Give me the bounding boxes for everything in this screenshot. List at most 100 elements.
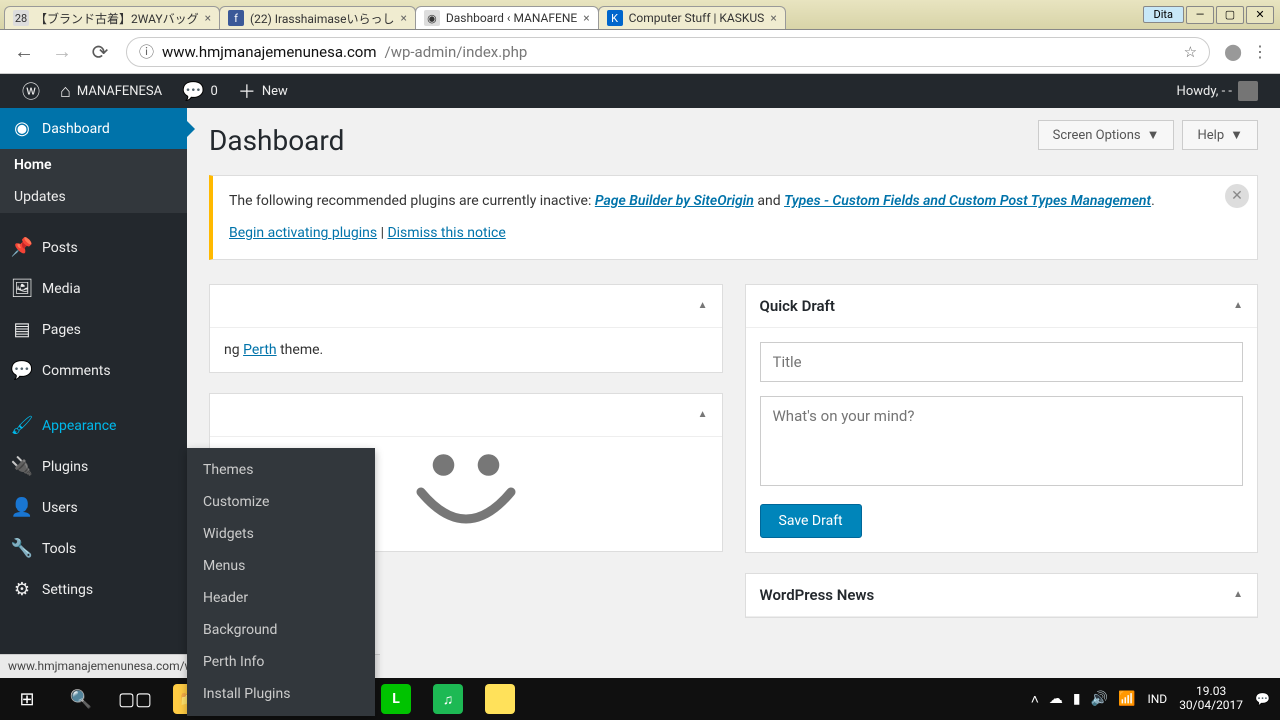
tray-chevron-icon[interactable]: ˄ (1031, 691, 1039, 708)
tray-battery-icon[interactable]: ▮ (1073, 691, 1081, 708)
system-tray: ˄ ☁ ▮ 🔊 📶 IND 19.03 30/04/2017 💬 (1031, 685, 1280, 713)
browser-tabs: 28【ブランド古着】2WAYバッグ× f(22) Irasshaimaseいらっ… (0, 0, 1137, 29)
url-input[interactable]: ⓘ www.hmjmanajemenunesa.com/wp-admin/ind… (126, 37, 1210, 67)
url-path: /wp-admin/index.php (385, 43, 528, 61)
sidebar-item-tools[interactable]: 🔧Tools (0, 528, 187, 569)
reload-button[interactable]: ⟳ (88, 40, 112, 64)
notice-text: The following recommended plugins are cu… (229, 193, 595, 209)
favicon-icon: 28 (13, 10, 29, 26)
plugin-notice: ✕ The following recommended plugins are … (209, 175, 1258, 260)
browser-tab[interactable]: f(22) Irasshaimaseいらっし× (219, 6, 416, 29)
site-name-link[interactable]: ⌂MANAFENESA (50, 74, 172, 108)
minimize-button[interactable]: — (1186, 6, 1214, 24)
toggle-arrow-icon[interactable]: ▲ (1233, 589, 1243, 600)
sidebar-item-pages[interactable]: ▤Pages (0, 309, 187, 350)
comments-link[interactable]: 💬0 (172, 74, 228, 108)
avatar (1238, 81, 1258, 101)
toggle-arrow-icon[interactable]: ▲ (698, 300, 708, 311)
taskbar-app-spotify[interactable]: ♫ (422, 678, 474, 720)
flyout-item-themes[interactable]: Themes (187, 454, 375, 486)
tray-time: 19.03 (1179, 685, 1243, 699)
submenu-item-home[interactable]: Home (0, 149, 187, 181)
sidebar-item-label: Posts (42, 240, 78, 256)
comments-count: 0 (211, 84, 218, 99)
draft-content-input[interactable] (760, 396, 1244, 486)
search-button[interactable]: 🔍 (54, 678, 108, 720)
wp-logo[interactable]: ⓦ (12, 74, 50, 108)
sidebar-item-label: Settings (42, 582, 93, 598)
tab-close-icon[interactable]: × (583, 11, 589, 25)
tray-cloud-icon[interactable]: ☁ (1049, 691, 1063, 708)
wp-admin-bar: ⓦ ⌂MANAFENESA 💬0 ＋New Howdy, - - (0, 74, 1280, 108)
sidebar-item-label: Users (42, 500, 78, 516)
sidebar-item-comments[interactable]: 💬Comments (0, 350, 187, 391)
close-window-button[interactable]: ✕ (1246, 6, 1274, 24)
flyout-item-widgets[interactable]: Widgets (187, 518, 375, 550)
sidebar-item-label: Comments (42, 363, 111, 379)
admin-sidebar: ◉Dashboard Home Updates 📌Posts 🖼Media ▤P… (0, 108, 187, 678)
begin-activating-link[interactable]: Begin activating plugins (229, 225, 377, 241)
at-a-glance-box: ▲ ng Perth theme. (209, 284, 723, 373)
maximize-button[interactable]: ▢ (1216, 6, 1244, 24)
flyout-item-perth-info[interactable]: Perth Info (187, 646, 375, 678)
screen-options-button[interactable]: Screen Options▼ (1038, 120, 1175, 150)
new-content-link[interactable]: ＋New (228, 74, 298, 108)
browser-tab[interactable]: KComputer Stuff | KASKUS× (598, 6, 786, 29)
tab-close-icon[interactable]: × (400, 11, 406, 25)
task-view-button[interactable]: ▢▢ (108, 678, 162, 720)
theme-link[interactable]: Perth (243, 342, 277, 358)
extension-icon[interactable]: ⬤ (1224, 42, 1242, 61)
plugin-link-types[interactable]: Types - Custom Fields and Custom Post Ty… (784, 193, 1151, 209)
sidebar-item-dashboard[interactable]: ◉Dashboard (0, 108, 187, 149)
quick-draft-box: Quick Draft ▲ Save Draft (745, 284, 1259, 553)
chevron-down-icon: ▼ (1230, 127, 1243, 143)
browser-user-badge[interactable]: Dita (1143, 6, 1184, 23)
tab-close-icon[interactable]: × (205, 11, 211, 25)
flyout-item-customize[interactable]: Customize (187, 486, 375, 518)
sidebar-item-settings[interactable]: ⚙Settings (0, 569, 187, 610)
dismiss-notice-icon[interactable]: ✕ (1225, 184, 1249, 208)
draft-title-input[interactable] (760, 342, 1244, 382)
flyout-item-install-plugins[interactable]: Install Plugins (187, 678, 375, 710)
save-draft-button[interactable]: Save Draft (760, 504, 862, 538)
site-name: MANAFENESA (77, 84, 162, 99)
forward-button[interactable]: → (50, 40, 74, 64)
account-link[interactable]: Howdy, - - (1167, 74, 1268, 108)
bookmark-star-icon[interactable]: ☆ (1184, 43, 1197, 61)
postbox-title: Quick Draft (760, 297, 835, 315)
tab-close-icon[interactable]: × (770, 11, 776, 25)
submenu-item-updates[interactable]: Updates (0, 181, 187, 213)
plugin-link-siteorigin[interactable]: Page Builder by SiteOrigin (595, 193, 754, 209)
tray-wifi-icon[interactable]: 📶 (1118, 691, 1135, 708)
flyout-item-background[interactable]: Background (187, 614, 375, 646)
sidebar-item-users[interactable]: 👤Users (0, 487, 187, 528)
menu-icon[interactable]: ⋮ (1252, 42, 1268, 61)
flyout-item-menus[interactable]: Menus (187, 550, 375, 582)
sidebar-item-media[interactable]: 🖼Media (0, 268, 187, 309)
help-button[interactable]: Help ▼ (1182, 120, 1258, 150)
browser-tab-active[interactable]: ◉Dashboard ‹ MANAFENE× (415, 6, 599, 29)
toggle-arrow-icon[interactable]: ▲ (1233, 300, 1243, 311)
sidebar-item-appearance[interactable]: 🖌Appearance (0, 405, 187, 446)
sidebar-item-label: Dashboard (42, 121, 110, 137)
flyout-item-header[interactable]: Header (187, 582, 375, 614)
new-label: New (262, 84, 288, 99)
back-button[interactable]: ← (12, 40, 36, 64)
site-info-icon[interactable]: ⓘ (139, 41, 154, 62)
sidebar-item-plugins[interactable]: 🔌Plugins (0, 446, 187, 487)
sidebar-item-posts[interactable]: 📌Posts (0, 227, 187, 268)
appearance-flyout: Themes Customize Widgets Menus Header Ba… (187, 448, 375, 716)
taskbar-app-notes[interactable] (474, 678, 526, 720)
toggle-arrow-icon[interactable]: ▲ (698, 409, 708, 420)
taskbar-app-line[interactable]: L (370, 678, 422, 720)
window-controls: Dita — ▢ ✕ (1137, 0, 1280, 29)
start-button[interactable]: ⊞ (0, 678, 54, 720)
tray-clock[interactable]: 19.03 30/04/2017 (1179, 685, 1243, 713)
browser-tab[interactable]: 28【ブランド古着】2WAYバッグ× (4, 6, 220, 29)
tray-notifications-icon[interactable]: 💬 (1255, 692, 1270, 706)
postbox-title (224, 406, 228, 424)
tray-language[interactable]: IND (1147, 692, 1167, 706)
tray-volume-icon[interactable]: 🔊 (1091, 691, 1108, 708)
dismiss-notice-link[interactable]: Dismiss this notice (387, 225, 505, 241)
help-label: Help (1197, 128, 1224, 143)
